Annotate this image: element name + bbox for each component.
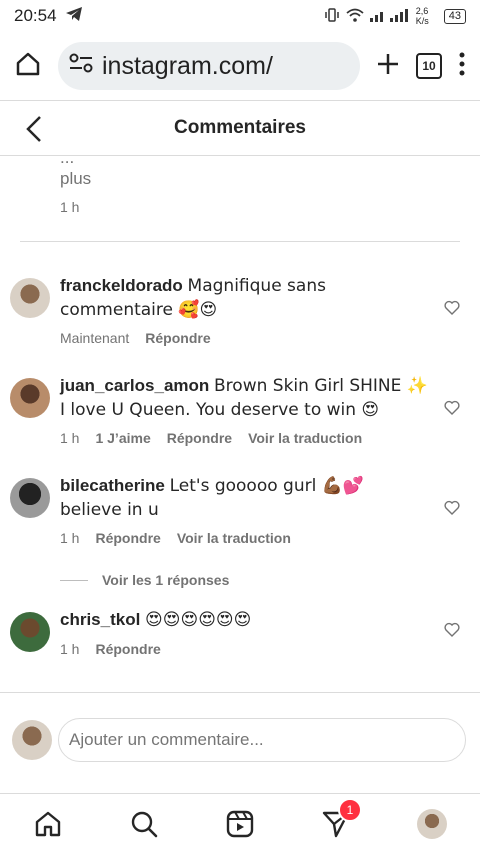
browser-toolbar: instagram.com/ 10 xyxy=(0,32,480,100)
wifi-icon xyxy=(346,8,364,25)
status-time: 20:54 xyxy=(14,6,57,25)
comment-username[interactable]: chris_tkol xyxy=(60,610,140,629)
caption-ellipsis: ... xyxy=(60,156,75,167)
search-icon[interactable] xyxy=(124,804,164,844)
comment-time: 1 h xyxy=(60,530,80,546)
comment-username[interactable]: franckeldorado xyxy=(60,276,183,295)
divider xyxy=(20,241,460,242)
translate-button[interactable]: Voir la traduction xyxy=(177,530,291,546)
avatar[interactable] xyxy=(10,378,50,418)
battery-indicator: 43 xyxy=(443,8,466,24)
notification-badge: 1 xyxy=(338,798,362,822)
reels-icon[interactable] xyxy=(220,804,260,844)
avatar[interactable] xyxy=(10,278,50,318)
reply-button[interactable]: Répondre xyxy=(145,330,210,346)
bottom-nav: 1 xyxy=(0,794,480,854)
caption-time: 1 h xyxy=(60,199,80,215)
telegram-icon xyxy=(65,6,83,27)
status-bar: 20:54 2,6 K/s 43 xyxy=(0,0,480,32)
network-speed: 2,6 K/s xyxy=(415,6,429,26)
more-options-icon[interactable] xyxy=(458,52,466,81)
comments-header: Commentaires xyxy=(0,100,480,156)
reply-button[interactable]: Répondre xyxy=(167,430,232,446)
comment-time: Maintenant xyxy=(60,330,130,346)
reply-button[interactable]: Répondre xyxy=(95,641,160,657)
view-replies-button[interactable]: Voir les 1 réponses xyxy=(60,572,229,588)
profile-tab[interactable] xyxy=(412,804,452,844)
comment-input[interactable] xyxy=(58,718,466,762)
page-title: Commentaires xyxy=(174,117,306,138)
comments-list[interactable]: ... plus 1 h franckeldorado Magnifique s… xyxy=(0,156,480,692)
home-icon[interactable] xyxy=(14,50,42,83)
comment-username[interactable]: bilecatherine xyxy=(60,476,165,495)
view-replies-label: Voir les 1 réponses xyxy=(102,572,230,588)
comment-time: 1 h xyxy=(60,641,80,657)
avatar xyxy=(12,720,52,760)
replies-line xyxy=(60,579,88,581)
home-tab-icon[interactable] xyxy=(28,804,68,844)
avatar[interactable] xyxy=(10,478,50,518)
signal-icon xyxy=(369,8,410,25)
comment-text: 😍😍😍😍😍😍 xyxy=(145,610,252,630)
avatar[interactable] xyxy=(10,612,50,652)
heart-icon[interactable] xyxy=(444,622,460,642)
caption-more-link[interactable]: plus xyxy=(60,169,91,189)
url-bar[interactable]: instagram.com/ xyxy=(58,42,360,90)
new-tab-icon[interactable] xyxy=(376,52,400,81)
back-arrow-icon[interactable] xyxy=(24,115,44,148)
avatar xyxy=(417,809,447,839)
tab-switcher-button[interactable]: 10 xyxy=(416,53,442,79)
url-text: instagram.com/ xyxy=(102,51,273,80)
site-settings-icon[interactable] xyxy=(68,51,94,82)
heart-icon[interactable] xyxy=(444,300,460,320)
vibrate-icon xyxy=(324,7,340,26)
messages-icon[interactable]: 1 xyxy=(316,798,362,844)
heart-icon[interactable] xyxy=(444,500,460,520)
heart-icon[interactable] xyxy=(444,400,460,420)
comment-username[interactable]: juan_carlos_amon xyxy=(60,376,209,395)
translate-button[interactable]: Voir la traduction xyxy=(248,430,362,446)
likes-count[interactable]: 1 J’aime xyxy=(95,430,150,446)
comment-composer xyxy=(0,692,480,794)
comment-time: 1 h xyxy=(60,430,80,446)
reply-button[interactable]: Répondre xyxy=(95,530,160,546)
